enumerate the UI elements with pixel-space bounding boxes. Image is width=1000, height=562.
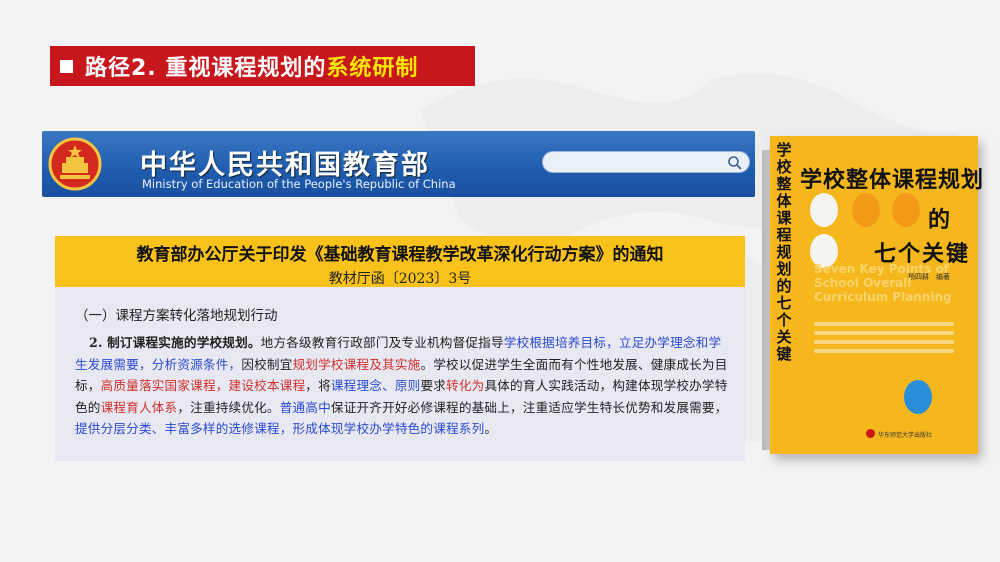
notice-panel: 教育部办公厅关于印发《基础教育课程教学改革深化行动方案》的通知 教材厅函〔202… (55, 236, 745, 461)
book-english-title: Seven Key Points of School Overall Curri… (814, 262, 952, 304)
highlight-red: 规划学校课程及其实施 (292, 356, 421, 372)
text-span: 保证开齐开好必修课程的基础上，注重适应学生特长优势和发展需要， (330, 399, 728, 415)
book-spine-title: 学校整体课程规划的七个关键 (776, 141, 792, 363)
slide-title-prefix: 路径2. 重视课程规划的 (85, 56, 327, 81)
notice-paragraph: 2. 制订课程实施的学校规划。地方各级教育行政部门及专业机构督促指导学校根据培养… (75, 332, 730, 440)
paragraph-heading: 2. 制订课程实施的学校规划。 (89, 335, 261, 350)
highlight-blue: 课程理念、原则 (330, 378, 421, 393)
text-span: 地方各级教育行政部门及专业机构督促指导 (260, 335, 504, 350)
book-blurb-lines (814, 322, 954, 368)
search-icon[interactable] (727, 155, 743, 171)
cover-dot-orange (892, 193, 920, 227)
bullet-square-icon (60, 59, 73, 73)
book-title-line1: 学校整体课程规划 (800, 168, 985, 193)
cover-dot-orange (852, 193, 880, 227)
highlight-red: 转化为 (446, 378, 485, 393)
highlight-blue: 提供分层分类、丰富多样的选修课程，形成体现学校办学特色的课程系列 (75, 421, 485, 436)
highlight-blue: 普通高中 (279, 399, 331, 415)
highlight-red: 课程育人体系 (100, 399, 178, 415)
book-publisher: 华东师范大学出版社 (878, 432, 933, 439)
publisher-logo-icon (866, 429, 875, 438)
highlight-red: 高质量落实国家课程，建设校本课程 (100, 378, 306, 393)
search-input[interactable] (542, 151, 750, 173)
text-span: ，注重持续优化。 (177, 399, 280, 415)
book-cover: 学校整体课程规划的七个关键 学校整体课程规划 的 七个关键 杨四耕 编著 Sev… (770, 136, 983, 454)
slide-title: 路径2. 重视课程规划的系统研制 (85, 50, 418, 82)
text-span: 。 (484, 421, 498, 436)
slide-title-highlight: 系统研制 (326, 56, 419, 81)
book-title-line2: 的 (928, 208, 951, 233)
slide-title-bar: 路径2. 重视课程规划的系统研制 (50, 46, 475, 86)
text-span: 因校制宜 (241, 356, 293, 372)
cover-dot-white (810, 193, 838, 227)
ministry-banner: 中华人民共和国教育部 Ministry of Education of the … (42, 131, 755, 197)
section-heading: （一）课程方案转化落地规划行动 (75, 308, 278, 324)
notice-title: 教育部办公厅关于印发《基础教育课程教学改革深化行动方案》的通知 (136, 245, 664, 265)
ministry-name-en: Ministry of Education of the People's Re… (142, 177, 456, 191)
cover-dot-blue (904, 380, 932, 414)
notice-doc-number: 教材厅函〔2023〕3号 (328, 271, 472, 287)
national-emblem-icon (48, 137, 102, 191)
text-span: 要求 (420, 378, 447, 393)
notice-header: 教育部办公厅关于印发《基础教育课程教学改革深化行动方案》的通知 教材厅函〔202… (55, 236, 745, 287)
text-span: ，将 (305, 378, 331, 393)
